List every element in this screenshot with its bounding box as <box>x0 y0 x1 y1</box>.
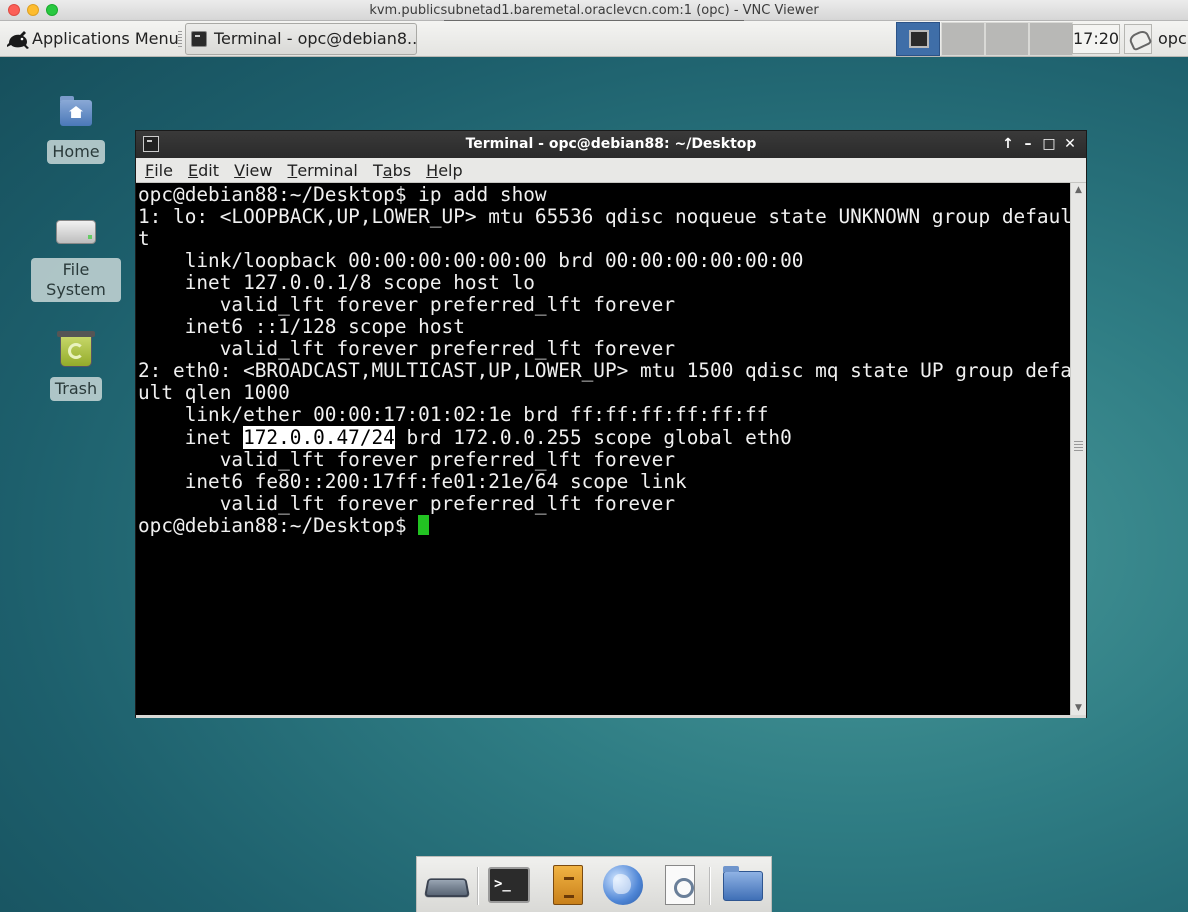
terminal-menubar: File Edit View Terminal Tabs Help <box>136 158 1086 183</box>
bottom-dock: >_ <box>416 856 772 912</box>
menu-tabs-rest: bs <box>392 161 412 180</box>
menu-tabs[interactable]: Tabs <box>373 158 411 183</box>
app-finder-search-icon <box>665 865 695 905</box>
file-cabinet-icon <box>553 865 583 905</box>
vnc-window-title: kvm.publicsubnetad1.baremetal.oraclevcn.… <box>369 3 819 18</box>
terminal-scrollbar[interactable]: ▲ ▼ <box>1070 183 1086 715</box>
line-prefix: inet <box>138 425 244 449</box>
desktop-icon-label: Home <box>47 140 105 164</box>
applications-menu-button[interactable]: Applications Menu <box>4 25 179 53</box>
dock-separator <box>709 867 711 905</box>
terminal-title: Terminal - opc@debian88: ~/Desktop <box>465 136 757 152</box>
xfce-mouse-icon <box>7 31 29 49</box>
workspace-2[interactable] <box>941 22 985 56</box>
arrow-up-icon[interactable]: ↑ <box>998 131 1018 158</box>
terminal-bottom-border <box>136 715 1086 718</box>
terminal-line: inet6 ::1/128 scope host <box>138 315 465 339</box>
terminal-icon <box>909 30 929 48</box>
workspace-4[interactable] <box>1029 22 1073 56</box>
minimize-window-button[interactable] <box>27 4 39 16</box>
menu-file-rest: ile <box>154 161 173 180</box>
workspace-3[interactable] <box>985 22 1029 56</box>
terminal-line: valid_lft forever preferred_lft forever <box>138 447 676 471</box>
terminal-line: valid_lft forever preferred_lft forever <box>138 491 676 515</box>
dock-terminal[interactable]: >_ <box>485 863 533 909</box>
taskbar-terminal-button[interactable]: Terminal - opc@debian8... <box>185 23 417 55</box>
desktop-icon-label: Trash <box>49 377 103 401</box>
menu-edit-rest: dit <box>198 161 220 180</box>
close-window-button[interactable] <box>8 4 20 16</box>
dock-web-browser[interactable] <box>599 863 647 909</box>
terminal-line: 1: lo: <LOOPBACK,UP,LOWER_UP> mtu 65536 … <box>138 205 1070 229</box>
panel-separator <box>178 31 182 47</box>
terminal-output[interactable]: opc@debian88:~/Desktop$ ip add show 1: lo… <box>136 183 1070 715</box>
selected-ip-address[interactable]: 172.0.0.47/24 <box>243 425 395 449</box>
drive-icon <box>424 878 470 898</box>
scroll-up-arrow-icon[interactable]: ▲ <box>1071 183 1086 197</box>
terminal-icon <box>191 31 207 47</box>
terminal-line: opc@debian88:~/Desktop$ ip add show <box>138 183 547 206</box>
dock-show-desktop[interactable] <box>423 863 471 909</box>
line-suffix: brd 172.0.0.255 scope global eth0 <box>394 425 792 449</box>
terminal-titlebar[interactable]: Terminal - opc@debian88: ~/Desktop ↑ – □… <box>136 131 1086 158</box>
close-icon[interactable]: ✕ <box>1060 131 1080 158</box>
terminal-line: ult qlen 1000 <box>138 381 290 405</box>
terminal-line: inet6 fe80::200:17ff:fe01:21e/64 scope l… <box>138 469 687 493</box>
folder-icon <box>723 866 763 901</box>
menu-view-rest: iew <box>245 161 273 180</box>
taskbar-terminal-label: Terminal - opc@debian8... <box>214 29 417 48</box>
desktop-icon-trash[interactable]: Trash <box>31 329 121 401</box>
maximize-icon[interactable]: □ <box>1039 131 1059 158</box>
terminal-text: opc@debian88:~/Desktop$ ip add show 1: lo… <box>136 183 1070 537</box>
menu-edit[interactable]: Edit <box>188 158 219 183</box>
terminal-line: inet 127.0.0.1/8 scope host lo <box>138 271 535 295</box>
web-browser-globe-icon <box>603 865 643 905</box>
vnc-window-titlebar: kvm.publicsubnetad1.baremetal.oraclevcn.… <box>0 0 1188 21</box>
terminal-line: t <box>138 227 150 251</box>
scrollbar-grip[interactable] <box>1074 441 1083 451</box>
dock-home-folder[interactable] <box>719 863 767 909</box>
menu-terminal[interactable]: Terminal <box>288 158 358 183</box>
desktop-icon-home[interactable]: Home <box>31 92 121 164</box>
minimize-icon[interactable]: – <box>1018 131 1038 158</box>
dock-app-finder[interactable] <box>657 863 705 909</box>
terminal-icon: >_ <box>488 867 530 903</box>
workspace-1[interactable] <box>896 22 940 56</box>
terminal-line: valid_lft forever preferred_lft forever <box>138 293 676 317</box>
desktop-icon-file-system[interactable]: File System <box>31 210 121 302</box>
terminal-line: link/loopback 00:00:00:00:00:00 brd 00:0… <box>138 249 804 273</box>
menu-help[interactable]: Help <box>426 158 462 183</box>
applications-menu-label: Applications Menu <box>32 29 179 48</box>
top-panel: Applications Menu Terminal - opc@debian8… <box>0 21 1188 57</box>
panel-clock[interactable]: 17:20 <box>1072 24 1120 54</box>
zoom-window-button[interactable] <box>46 4 58 16</box>
terminal-window-icon[interactable] <box>143 136 159 152</box>
scroll-down-arrow-icon[interactable]: ▼ <box>1071 701 1086 715</box>
menu-terminal-rest: erminal <box>297 161 358 180</box>
terminal-cursor <box>418 514 430 535</box>
terminal-line: link/ether 00:00:17:01:02:1e brd ff:ff:f… <box>138 403 769 427</box>
menu-help-rest: elp <box>438 161 463 180</box>
dock-file-manager[interactable] <box>544 863 592 909</box>
user-menu[interactable]: opc <box>1158 24 1187 54</box>
terminal-line: valid_lft forever preferred_lft forever <box>138 337 676 361</box>
menu-view[interactable]: View <box>234 158 272 183</box>
terminal-prompt: opc@debian88:~/Desktop$ <box>138 513 419 537</box>
terminal-line: 2: eth0: <BROADCAST,MULTICAST,UP,LOWER_U… <box>138 359 1070 383</box>
terminal-line-highlighted: inet 172.0.0.47/24 brd 172.0.0.255 scope… <box>138 425 1070 449</box>
dock-separator <box>477 867 479 905</box>
home-folder-icon <box>54 92 98 132</box>
menu-tabs-first: T <box>372 161 383 180</box>
trash-icon <box>54 329 98 369</box>
menu-file[interactable]: File <box>145 158 173 183</box>
network-icon[interactable] <box>1124 24 1152 54</box>
terminal-prompt-line: opc@debian88:~/Desktop$ <box>138 513 1070 537</box>
desktop-icon-label: File System <box>31 258 121 302</box>
drive-icon <box>54 210 98 250</box>
terminal-window: Terminal - opc@debian88: ~/Desktop ↑ – □… <box>135 130 1087 718</box>
